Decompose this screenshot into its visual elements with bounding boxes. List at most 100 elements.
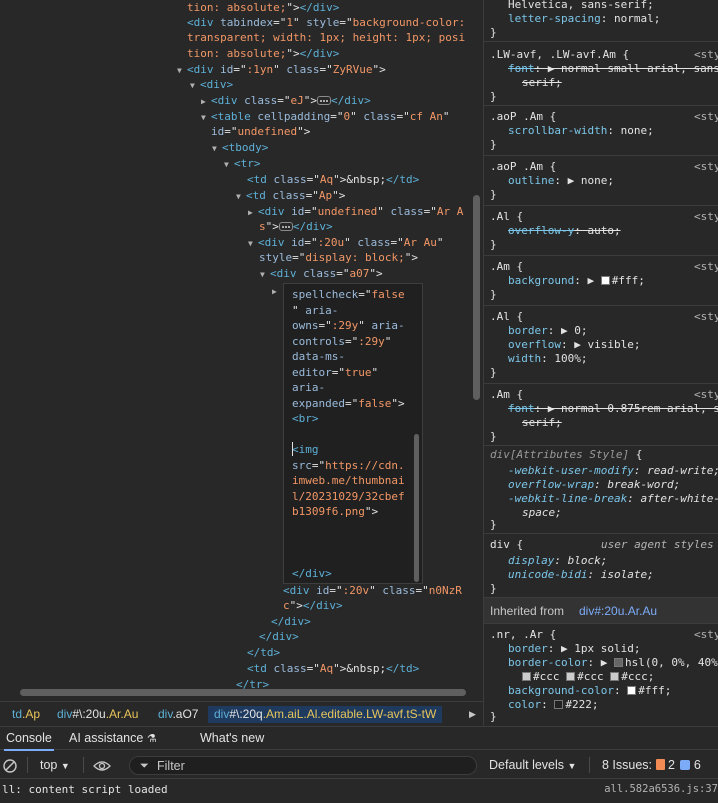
style-line[interactable]: unicode-bidi: isolate; bbox=[508, 568, 654, 582]
prop-value[interactable]: : ▶ 1px solid; bbox=[548, 642, 641, 655]
editor-line[interactable]: l/20231029/32cbef bbox=[292, 489, 405, 505]
style-rule[interactable]: .Am { <sty font: ▶ normal 0.875rem arial, … bbox=[484, 384, 718, 446]
expand-triangle-down-icon[interactable]: ▼ bbox=[177, 63, 187, 79]
editor-line[interactable]: data-ms- bbox=[292, 349, 345, 365]
style-rule[interactable]: div[Attributes Style] {-webkit-user-modi… bbox=[484, 446, 718, 534]
style-rule[interactable]: .LW-avf, .LW-avf.Am {<sty font: ▶ normal … bbox=[484, 42, 718, 106]
issues-button[interactable]: 8 Issues: 2 6 bbox=[602, 751, 701, 779]
expand-triangle-down-icon[interactable]: ▼ bbox=[260, 267, 270, 283]
console-source-link[interactable]: all.582a6536.js:37 bbox=[604, 783, 718, 795]
dom-node-line[interactable]: ▼ <div class="a07"> bbox=[260, 266, 383, 282]
expand-triangle-down-icon[interactable]: ▼ bbox=[224, 157, 234, 173]
style-rule[interactable]: Helvetica, sans-serif; letter-spacing: no… bbox=[484, 0, 718, 42]
dom-node-line[interactable]: tion: absolute;"></div> bbox=[187, 0, 339, 16]
dom-node-line[interactable]: <div tabindex="1" style="background-colo… bbox=[187, 15, 465, 31]
style-line[interactable]: overflow-y: auto; bbox=[508, 224, 621, 238]
dom-node-line[interactable]: <td class="Aq">&nbsp;</td> bbox=[247, 172, 419, 188]
color-swatch[interactable] bbox=[566, 671, 576, 681]
log-levels-dropdown[interactable]: Default levels ▼ bbox=[489, 751, 576, 780]
style-line[interactable]: .Am { bbox=[490, 388, 523, 402]
expand-triangle-right-icon[interactable]: ▶ bbox=[201, 94, 211, 110]
style-line[interactable]: .aoP .Am { bbox=[490, 110, 556, 124]
rule-source-link[interactable]: <sty bbox=[694, 210, 718, 224]
collapsed-ellipsis-icon[interactable] bbox=[278, 221, 293, 231]
breadcrumb-item-div-ao7[interactable]: div.aO7 bbox=[158, 706, 198, 723]
style-line[interactable]: scrollbar-width: none; bbox=[508, 124, 654, 138]
rule-source-link[interactable]: user agent styles bbox=[601, 538, 714, 552]
editor-line[interactable]: src="https://cdn. bbox=[292, 458, 405, 474]
dom-node-line[interactable]: ▼ <div> bbox=[190, 77, 233, 93]
prop-value[interactable]: hsl(0, 0%, 40% bbox=[625, 656, 718, 669]
style-rule[interactable]: .aoP .Am {<sty scrollbar-width: none;} bbox=[484, 106, 718, 156]
style-line[interactable]: outline: ▶ none; bbox=[508, 174, 614, 188]
style-line[interactable]: } bbox=[490, 238, 497, 252]
style-line[interactable]: } bbox=[490, 90, 497, 104]
editor-line[interactable]: aria- bbox=[292, 380, 325, 396]
filter-input[interactable] bbox=[157, 757, 457, 774]
dom-node-line[interactable]: transparent; width: 1px; height: 1px; po… bbox=[187, 30, 465, 46]
style-line[interactable]: .Al { bbox=[490, 210, 523, 224]
style-line[interactable]: space; bbox=[522, 506, 562, 520]
dom-node-line[interactable]: ▶ <div class="eJ"> </div> bbox=[201, 93, 371, 109]
prop-value[interactable]: #222; bbox=[565, 698, 598, 711]
rule-source-link[interactable]: <sty bbox=[694, 160, 718, 174]
expand-triangle-down-icon[interactable]: ▼ bbox=[248, 236, 258, 252]
expand-triangle-down-icon[interactable]: ▼ bbox=[212, 141, 222, 157]
color-swatch[interactable] bbox=[600, 275, 610, 285]
prop-name[interactable]: background-color bbox=[508, 684, 614, 697]
rule-source-link[interactable]: <sty bbox=[694, 48, 718, 62]
style-rule[interactable]: .aoP .Am {<sty outline: ▶ none;} bbox=[484, 156, 718, 206]
style-rule[interactable]: .Al {<sty border: ▶ 0; overflow: ▶ visible… bbox=[484, 306, 718, 384]
breadcrumb-scroll-right-icon[interactable]: ▶ bbox=[469, 706, 476, 723]
expand-triangle-right-icon[interactable]: ▶ bbox=[272, 284, 282, 300]
dom-node-line[interactable]: ▼ <table cellpadding="0" class="cf An" bbox=[201, 109, 449, 125]
style-line[interactable]: background: ▶ #fff; bbox=[508, 274, 645, 288]
dom-node-line[interactable]: ▶ bbox=[272, 283, 282, 299]
dom-node-line[interactable]: ▼ <tr> bbox=[224, 156, 261, 172]
prop-name[interactable]: border-color bbox=[508, 656, 587, 669]
editor-line[interactable]: </div> bbox=[292, 566, 332, 582]
editor-line[interactable]: owns=":29y" aria- bbox=[292, 318, 405, 334]
color-swatch[interactable] bbox=[554, 699, 564, 709]
tab-whats-new[interactable]: What's new bbox=[200, 727, 264, 751]
style-line[interactable]: -webkit-user-modify: read-write; bbox=[508, 464, 718, 478]
style-line[interactable]: border: ▶ 0; bbox=[508, 324, 588, 338]
rule-source-link[interactable]: <sty bbox=[694, 388, 718, 402]
style-line[interactable]: -webkit-line-break: after-white- bbox=[508, 492, 718, 506]
editor-line[interactable]: <img bbox=[292, 442, 319, 458]
inherited-from-link[interactable]: div#:20u.Ar.Au bbox=[579, 598, 657, 624]
breadcrumb-item-td[interactable]: td.Ap bbox=[12, 706, 40, 723]
dom-node-line[interactable]: <div id=":20v" class="n0NzR bbox=[283, 583, 462, 599]
expand-triangle-right-icon[interactable]: ▶ bbox=[248, 205, 258, 221]
dom-node-line[interactable]: </div> bbox=[271, 614, 311, 630]
editor-line[interactable]: editor="true" bbox=[292, 365, 378, 381]
elements-vertical-scrollbar[interactable] bbox=[473, 195, 480, 400]
style-line[interactable]: Helvetica, sans-serif; bbox=[508, 0, 654, 12]
collapsed-ellipsis-icon[interactable] bbox=[317, 95, 331, 105]
rule-source-link[interactable]: <sty bbox=[694, 628, 718, 642]
style-line[interactable]: font: ▶ normal 0.875rem arial, sa bbox=[508, 402, 718, 416]
dom-node-line[interactable]: ▼ <div id=":20u" class="Ar Au" bbox=[248, 235, 444, 251]
dom-node-line[interactable]: id="undefined"> bbox=[211, 124, 310, 140]
style-line[interactable]: width: 100%; bbox=[508, 352, 587, 366]
dom-node-line[interactable]: s"> </div> bbox=[259, 219, 333, 235]
tab-ai-assistance[interactable]: AI assistance ⚗ bbox=[69, 727, 157, 751]
live-expression-eye-icon[interactable] bbox=[93, 751, 111, 779]
editor-line[interactable]: b1309f6.png"> bbox=[292, 504, 378, 520]
expand-triangle-down-icon[interactable]: ▼ bbox=[190, 78, 200, 94]
prop-name[interactable]: border bbox=[508, 642, 548, 655]
prop-value[interactable]: : ▶ bbox=[587, 656, 614, 669]
style-line[interactable]: .Al { bbox=[490, 310, 523, 324]
style-rule[interactable]: div {user agent styles display: block; uni… bbox=[484, 534, 718, 598]
style-line[interactable]: .Am { bbox=[490, 260, 523, 274]
style-line[interactable]: } bbox=[490, 430, 497, 444]
editor-line[interactable]: controls=":29y" bbox=[292, 334, 391, 350]
style-line[interactable]: div { bbox=[490, 538, 523, 552]
color-swatch[interactable] bbox=[522, 671, 531, 681]
style-line[interactable]: serif; bbox=[522, 76, 562, 90]
style-line[interactable]: } bbox=[490, 26, 497, 40]
breadcrumb-item-div-20u[interactable]: div#\:20u.Ar.Au bbox=[57, 706, 138, 723]
clear-console-icon[interactable] bbox=[3, 751, 17, 779]
dom-node-line[interactable]: </div> bbox=[259, 629, 299, 645]
prop-value[interactable]: #ccc bbox=[533, 670, 560, 683]
